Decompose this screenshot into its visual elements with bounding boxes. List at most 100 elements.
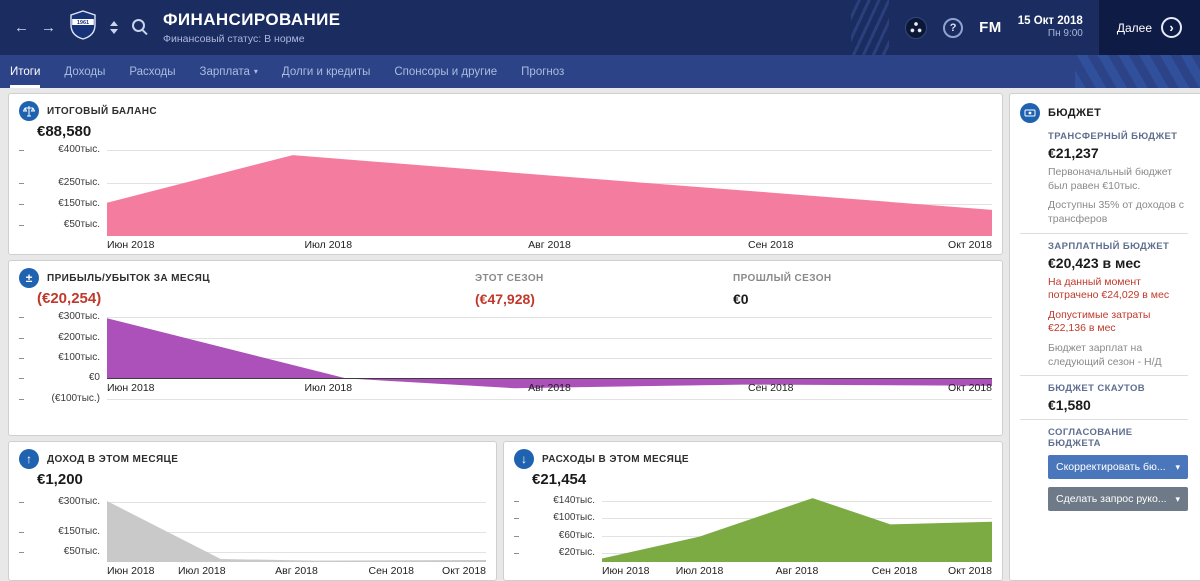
card-title: ИТОГОВЫЙ БАЛАНС xyxy=(47,105,157,117)
y-tick-label: €100тыс. xyxy=(58,352,100,363)
club-badge[interactable]: 1961 xyxy=(70,10,96,45)
x-tick-label: Авг 2018 xyxy=(528,382,571,395)
x-tick-label: Июл 2018 xyxy=(177,565,226,577)
y-tick-label: €150тыс. xyxy=(58,197,100,209)
divider xyxy=(1020,375,1188,377)
last-season-value: €0 xyxy=(733,291,749,307)
up-arrow-icon: ↑ xyxy=(19,449,39,469)
tab-label: Прогноз xyxy=(521,65,565,78)
x-axis: Июн 2018 Июл 2018 Авг 2018 Сен 2018 Окт 2018 xyxy=(107,238,992,252)
decorative-stripes xyxy=(1075,55,1200,88)
y-tick-label: €0 xyxy=(88,372,100,384)
chevron-down-icon: ▾ xyxy=(253,67,258,76)
profit-month-column: ± ПРИБЫЛЬ/УБЫТОК ЗА МЕСЯЦ (€20,254) xyxy=(19,267,475,311)
x-tick-label: Июл 2018 xyxy=(304,239,353,251)
wage-next-season-note: Бюджет зарплат на следующий сезон - Н/Д xyxy=(1048,342,1162,368)
screen-cycle-buttons[interactable] xyxy=(110,21,118,34)
adjust-budget-dropdown[interactable]: Скорректировать бю... ▾ xyxy=(1048,455,1188,480)
card-title: ПРИБЫЛЬ/УБЫТОК ЗА МЕСЯЦ xyxy=(47,272,210,284)
tab-label: Зарплата xyxy=(199,65,250,78)
x-tick-label: Окт 2018 xyxy=(948,382,992,395)
continue-arrow-icon: › xyxy=(1161,17,1182,38)
y-tick-label: €50тыс. xyxy=(63,546,100,557)
wage-allowed-note: Допустимые затраты €22,136 в мес xyxy=(1048,308,1151,335)
request-board-label: Сделать запрос руко... xyxy=(1056,493,1167,506)
y-tick-label: €300тыс. xyxy=(58,496,100,507)
y-tick-label: €140тыс. xyxy=(553,494,595,506)
plot-area: Июн 2018 Июл 2018 Авг 2018 Сен 2018 Окт 2018 xyxy=(107,311,992,405)
x-tick-label: Июн 2018 xyxy=(107,565,155,577)
tab-expenditure[interactable]: Расходы xyxy=(129,55,175,88)
profit-month-value: (€20,254) xyxy=(37,290,102,307)
x-tick-label: Июн 2018 xyxy=(602,565,650,577)
back-icon[interactable]: ← xyxy=(14,20,29,35)
expenses-chart: €140тыс. €100тыс. €60тыс. €20тыс. Июн 2018 И… xyxy=(514,492,992,578)
card-title: ДОХОД В ЭТОМ МЕСЯЦЕ xyxy=(47,453,179,465)
page-subtitle: Финансовый статус: В норме xyxy=(163,33,305,45)
expenses-card: ↓ РАСХОДЫ В ЭТОМ МЕСЯЦЕ €21,454 €140тыс.… xyxy=(503,441,1003,581)
tab-label: Доходы xyxy=(64,65,106,78)
transfer-budget-value: €21,237 xyxy=(1048,145,1099,161)
x-tick-label: Авг 2018 xyxy=(528,239,571,251)
y-tick-label: €50тыс. xyxy=(63,219,100,231)
divider xyxy=(1020,419,1188,421)
chevron-up-icon xyxy=(110,21,118,26)
balance-value: €88,580 xyxy=(37,123,92,140)
scouting-budget-value: €1,580 xyxy=(1048,397,1091,414)
transfer-revenue-note: Доступны 35% от доходов с трансферов xyxy=(1048,199,1185,225)
expenses-value: €21,454 xyxy=(532,471,587,488)
x-tick-label: Июл 2018 xyxy=(304,382,353,395)
tab-income[interactable]: Доходы xyxy=(64,55,105,88)
request-board-dropdown[interactable]: Сделать запрос руко... ▾ xyxy=(1048,487,1188,512)
x-tick-label: Окт 2018 xyxy=(948,565,992,577)
x-tick-label: Июн 2018 xyxy=(107,239,155,251)
history-nav: ← → xyxy=(0,20,64,35)
budget-approval-label: СОГЛАСОВАНИЕ БЮДЖЕТА xyxy=(1048,427,1133,450)
card-title: РАСХОДЫ В ЭТОМ МЕСЯЦЕ xyxy=(542,453,689,465)
svg-text:1961: 1961 xyxy=(77,20,89,26)
y-axis: €300тыс. €150тыс. €50тыс. xyxy=(19,492,107,562)
tab-sponsors[interactable]: Спонсоры и другие xyxy=(394,55,497,88)
y-tick-label: €400тыс. xyxy=(58,144,100,156)
y-tick-label: €20тыс. xyxy=(558,547,595,559)
tab-summary[interactable]: Итоги xyxy=(10,55,41,88)
card-header: ИТОГОВЫЙ БАЛАНС xyxy=(19,100,992,122)
decorative-stripes xyxy=(851,0,890,55)
forward-icon[interactable]: → xyxy=(41,20,56,35)
search-icon[interactable] xyxy=(132,19,149,36)
tab-label: Спонсоры и другие xyxy=(394,65,498,78)
x-tick-label: Окт 2018 xyxy=(442,565,486,577)
tab-salary[interactable]: Зарплата ▾ xyxy=(200,55,258,88)
y-tick-label: €250тыс. xyxy=(58,176,100,188)
card-header: ± ПРИБЫЛЬ/УБЫТОК ЗА МЕСЯЦ (€20,254) ЭТОТ… xyxy=(19,267,992,311)
tab-forecast[interactable]: Прогноз xyxy=(521,55,564,88)
last-season-column: ПРОШЛЫЙ СЕЗОН €0 xyxy=(733,267,992,311)
tab-debts[interactable]: Долги и кредиты xyxy=(282,55,370,88)
income-card: ↑ ДОХОД В ЭТОМ МЕСЯЦЕ €1,200 €300тыс. €15… xyxy=(8,441,497,581)
football-icon[interactable] xyxy=(905,16,928,39)
this-season-label: ЭТОТ СЕЗОН xyxy=(475,272,544,284)
header-right: ? FM 15 Окт 2018 Пн 9:00 Далее › xyxy=(851,0,1200,55)
y-tick-label: €60тыс. xyxy=(558,529,595,541)
last-season-label: ПРОШЛЫЙ СЕЗОН xyxy=(733,272,832,284)
plot-area xyxy=(602,492,992,562)
chevron-down-icon: ▾ xyxy=(1175,461,1180,472)
zero-line xyxy=(107,378,992,380)
y-axis: €400тыс. €250тыс. €150тыс. €50тыс. xyxy=(19,144,107,236)
help-icon[interactable]: ? xyxy=(943,17,964,38)
income-chart: €300тыс. €150тыс. €50тыс. Июн 2018 Июл 2018… xyxy=(19,492,486,578)
continue-button[interactable]: Далее › xyxy=(1098,0,1200,55)
budget-sidebar: БЮДЖЕТ ТРАНСФЕРНЫЙ БЮДЖЕТ €21,237 Первон… xyxy=(1009,93,1200,581)
y-axis: €300тыс. €200тыс. €100тыс. €0 (€100тыс.) xyxy=(19,311,107,405)
title-block: ФИНАНСИРОВАНИЕ Финансовый статус: В норм… xyxy=(163,10,341,45)
game-datetime: 15 Окт 2018 Пн 9:00 xyxy=(1018,14,1083,41)
balance-icon xyxy=(19,101,39,121)
transfer-budget-label: ТРАНСФЕРНЫЙ БЮДЖЕТ xyxy=(1048,131,1178,142)
y-tick-label: €300тыс. xyxy=(58,311,100,323)
y-tick-label: €100тыс. xyxy=(553,512,595,524)
chevron-down-icon xyxy=(110,29,118,34)
main-column: ИТОГОВЫЙ БАЛАНС €88,580 €400тыс. €250тыс.… xyxy=(8,93,1003,581)
plot-area xyxy=(107,144,992,236)
tab-label: Долги и кредиты xyxy=(281,65,371,78)
wage-budget-label: ЗАРПЛАТНЫЙ БЮДЖЕТ xyxy=(1048,240,1170,252)
